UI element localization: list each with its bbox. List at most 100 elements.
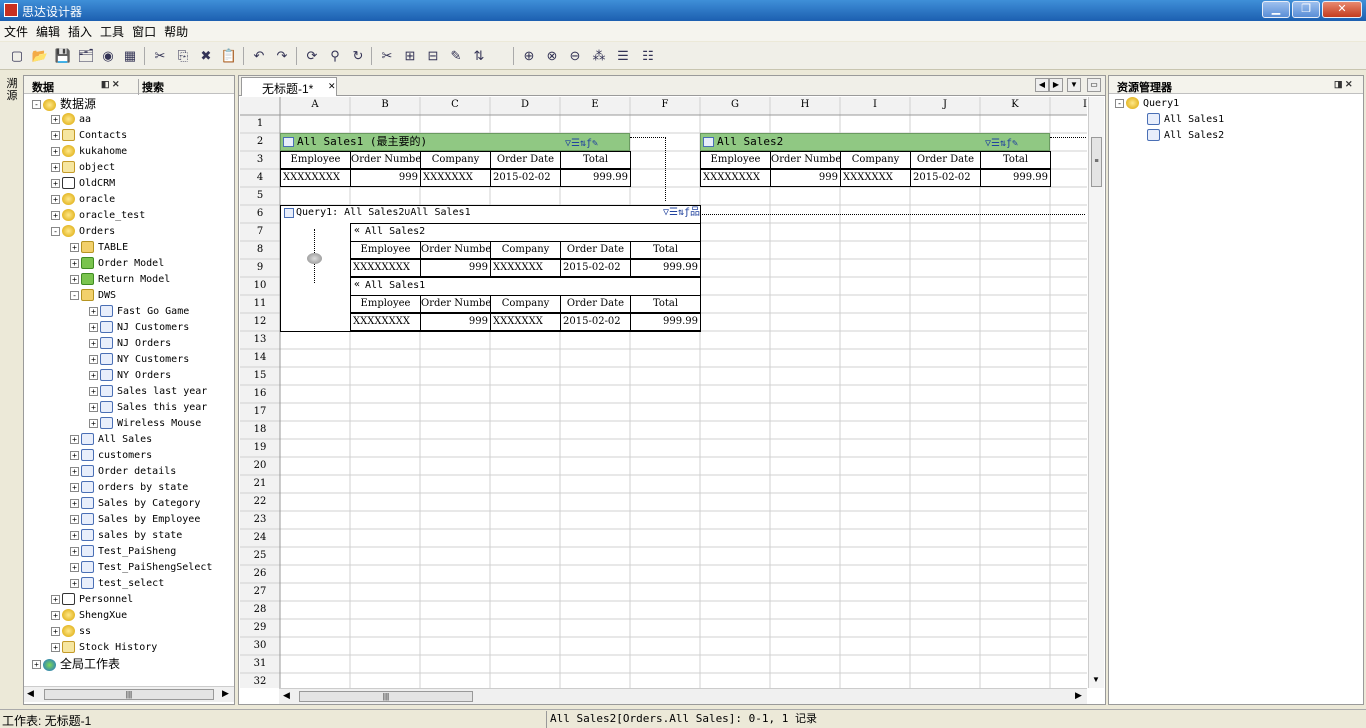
field-header-cell[interactable]: Order Date (560, 295, 631, 313)
field-header-cell[interactable]: Company (420, 151, 491, 169)
cut-icon[interactable]: ✂ (151, 47, 169, 65)
expand-icon[interactable]: + (70, 514, 79, 524)
row-header[interactable]: 29 (240, 622, 280, 633)
row-header[interactable]: 13 (240, 334, 280, 345)
report-grid[interactable]: A B C D E F G H I J K I 1 2 3 4 5 6 7 8 9 10 11 12 13 14 15 16 17 18 1… (240, 97, 1087, 688)
expand-icon[interactable]: + (70, 258, 79, 268)
preview-icon[interactable]: ◉ (99, 47, 117, 65)
tab-prev-icon[interactable]: ◀ (1035, 78, 1049, 92)
row-header[interactable]: 18 (240, 424, 280, 435)
record-cell[interactable]: 2015-02-02 (560, 259, 631, 277)
tab-search[interactable]: 搜索 (138, 79, 164, 95)
tree-node[interactable]: + OldCRM (51, 176, 115, 192)
tree-node[interactable]: + oracle_test (51, 208, 145, 224)
row-header[interactable]: 6 (240, 208, 280, 219)
record-cell[interactable]: 999.99 (560, 169, 631, 187)
tab-data[interactable]: 数据 (32, 79, 54, 95)
row-header[interactable]: 19 (240, 442, 280, 453)
expand-icon[interactable]: + (70, 530, 79, 540)
row-header[interactable]: 8 (240, 244, 280, 255)
grid-vscrollbar[interactable]: ≡ ▼ (1088, 97, 1104, 688)
save-icon[interactable]: 💾 (54, 47, 72, 65)
record-cell[interactable]: 999 (420, 259, 491, 277)
tree-node[interactable]: + Test_PaiSheng (70, 544, 176, 560)
expand-icon[interactable]: + (89, 322, 98, 332)
field-header-cell[interactable]: Order Date (560, 241, 631, 259)
expand-icon[interactable]: + (51, 210, 60, 220)
expand-icon[interactable]: + (51, 114, 60, 124)
tree-node[interactable]: + Order Model (70, 256, 164, 272)
field-header-cell[interactable]: Order Date (910, 151, 981, 169)
expand-icon[interactable]: + (51, 642, 60, 652)
field-header-cell[interactable]: Order Date (490, 151, 561, 169)
tree-node[interactable]: + TABLE (70, 240, 128, 256)
expand-icon[interactable]: + (89, 370, 98, 380)
tree-node[interactable]: + object (51, 160, 115, 176)
tree-node[interactable]: + test_select (70, 576, 164, 592)
expand-icon[interactable]: + (70, 242, 79, 252)
row-header[interactable]: 26 (240, 568, 280, 579)
tree-node[interactable]: + kukahome (51, 144, 127, 160)
tree-node[interactable]: + ShengXue (51, 608, 127, 624)
field-header-cell[interactable]: Employee (700, 151, 771, 169)
field-header-cell[interactable]: Order Number (420, 241, 491, 259)
record-cell[interactable]: 999.99 (630, 259, 701, 277)
expand-icon[interactable]: + (70, 562, 79, 572)
expand-icon[interactable]: + (89, 354, 98, 364)
field-header-cell[interactable]: Total (560, 151, 631, 169)
row-header[interactable]: 25 (240, 550, 280, 561)
row-header[interactable]: 32 (240, 676, 280, 687)
tree-node[interactable]: + Sales by Category (70, 496, 200, 512)
union-node-icon[interactable] (307, 253, 322, 264)
field-header-cell[interactable]: Total (630, 241, 701, 259)
record-cell[interactable]: 999 (770, 169, 841, 187)
redo-icon[interactable]: ↷ (273, 47, 291, 65)
tree-node[interactable]: + Sales last year (89, 384, 207, 400)
tree-node[interactable]: + Stock History (51, 640, 157, 656)
row-header[interactable]: 28 (240, 604, 280, 615)
tree-node[interactable]: + Fast Go Game (89, 304, 189, 320)
row-header[interactable]: 31 (240, 658, 280, 669)
grid-sub-icon[interactable]: ⊟ (424, 47, 442, 65)
hscroll-thumb[interactable]: ||| (299, 691, 473, 702)
collapse-icon[interactable]: « (354, 223, 360, 239)
query-header[interactable]: Query1: All Sales2∪All Sales1 ▽☰⇅ƒ品 (282, 205, 702, 221)
tab-untitled[interactable]: 无标题-1* ✕ (241, 77, 337, 96)
field-header-cell[interactable]: Employee (350, 295, 421, 313)
record-cell[interactable]: 999.99 (630, 313, 701, 331)
copy-icon[interactable]: ⎘ (174, 47, 192, 65)
expand-icon[interactable]: + (70, 498, 79, 508)
row-header[interactable]: 22 (240, 496, 280, 507)
tab-restore-icon[interactable]: ▭ (1087, 78, 1101, 92)
row-header[interactable]: 2 (240, 136, 280, 147)
expand-icon[interactable]: + (70, 482, 79, 492)
field-header-cell[interactable]: Employee (280, 151, 351, 169)
expand-icon[interactable]: + (70, 450, 79, 460)
subquery-header[interactable]: « All Sales1 (350, 277, 701, 295)
field-header-cell[interactable]: Total (630, 295, 701, 313)
record-cell[interactable]: XXXXXXX (840, 169, 911, 187)
field-header-cell[interactable]: Employee (350, 241, 421, 259)
row-header[interactable]: 16 (240, 388, 280, 399)
reload-icon[interactable]: ↻ (349, 47, 367, 65)
record-cell[interactable]: 999 (420, 313, 491, 331)
tab-list-icon[interactable]: ▼ (1067, 78, 1081, 92)
refresh-icon[interactable]: ⟳ (303, 47, 321, 65)
paste-icon[interactable]: 📋 (220, 47, 238, 65)
table-icon[interactable]: ☰ (614, 47, 632, 65)
tree-node[interactable]: - Orders (51, 224, 115, 240)
close-tab-icon[interactable]: ✕ (328, 81, 336, 92)
dataset-tools-icon[interactable]: ▽☰⇅ƒ✎ (565, 136, 598, 152)
resource-node[interactable]: - Query1 (1115, 96, 1179, 112)
expand-icon[interactable]: + (89, 402, 98, 412)
expand-icon[interactable]: + (51, 178, 60, 188)
tree-node[interactable]: + NY Customers (89, 352, 189, 368)
resource-node[interactable]: All Sales1 (1147, 112, 1224, 128)
column-header[interactable]: C (420, 99, 490, 110)
dataset-header[interactable]: All Sales1 (最主要的) ▽☰⇅ƒ✎ (280, 133, 630, 151)
table2-icon[interactable]: ☷ (639, 47, 657, 65)
record-cell[interactable]: XXXXXXXX (350, 259, 421, 277)
menu-help[interactable]: 帮助 (160, 21, 192, 40)
collapse-icon[interactable]: - (70, 290, 79, 300)
column-header[interactable]: B (350, 99, 420, 110)
